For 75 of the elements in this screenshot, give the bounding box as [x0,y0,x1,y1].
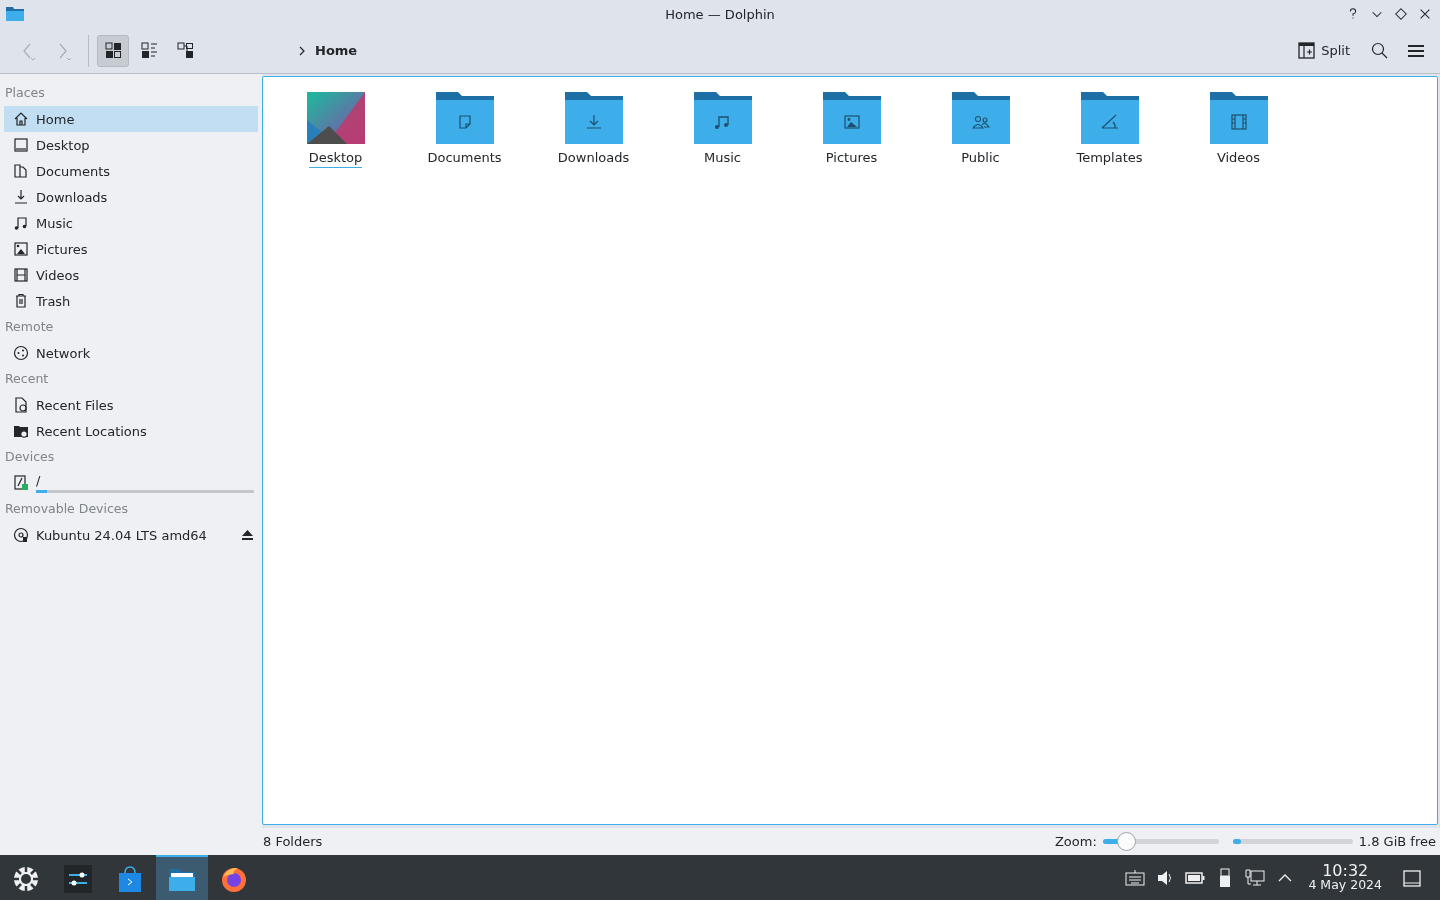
folder-name[interactable]: Templates [1076,150,1143,168]
folder-people-icon [951,92,1010,144]
breadcrumb-link[interactable]: Home [311,43,362,58]
disc-icon [13,527,29,543]
grid-icon [104,42,122,59]
folder-icon [6,6,24,22]
sidebar-item[interactable]: / [4,470,258,496]
folder-music-icon [693,92,752,144]
folder-film-icon [1209,92,1268,144]
wallpaper-thumbnail [306,92,365,144]
network-icon [13,345,29,361]
split-button[interactable]: Split [1292,34,1356,67]
chevron-icon [297,44,307,57]
section-heading: Devices [4,448,56,466]
folder-name[interactable]: Pictures [825,150,878,168]
network-monitor-icon[interactable] [1245,867,1266,888]
eject-icon[interactable] [241,529,254,541]
music-note-icon [13,215,29,231]
icons-view-button[interactable] [97,34,129,67]
picture-icon [13,241,29,257]
sliders-icon [64,864,92,893]
section-heading: Recent [4,370,50,388]
clock-file-icon [13,397,29,413]
zoom-slider[interactable] [1102,832,1219,851]
folder-name[interactable]: Desktop [308,150,363,168]
folder-name[interactable]: Public [961,150,1000,168]
close-icon [1418,7,1432,21]
monitor-icon [13,137,29,153]
sidebar-item[interactable]: Trash [4,288,258,314]
sidebar-item[interactable]: Documents [4,158,258,184]
download-icon [13,189,29,205]
sidebar-item[interactable]: Music [4,210,258,236]
free-space-text: 1.8 GiB free [1358,834,1436,849]
sidebar-item[interactable]: Pictures [4,236,258,262]
window-title: Home — Dolphin [665,6,775,22]
clock-folder-icon [13,423,29,439]
folder-name[interactable]: Downloads [557,150,630,168]
zoom-label: Zoom: [1054,834,1097,849]
launcher-icon [12,864,40,893]
folder-picture-icon [822,92,881,144]
house-icon [13,111,29,127]
taskbar-button[interactable] [156,855,208,900]
section-heading: Remote [4,318,55,336]
folder-name[interactable]: Documents [427,150,502,168]
sidebar-item[interactable]: Home [4,106,258,132]
trash-icon [13,293,29,309]
list-icon [140,42,158,59]
keyboard-icon[interactable] [1125,867,1146,888]
drive-icon [13,475,29,491]
sidebar-item[interactable]: Kubuntu 24.04 LTS amd64 [4,522,258,548]
search-icon [1371,41,1389,60]
film-icon [13,267,29,283]
slider-handle[interactable] [1117,832,1136,851]
documents-icon [13,163,29,179]
window-icon [1402,868,1422,889]
item-count: 8 Folders [263,834,323,849]
shopping-bag-icon [116,864,144,893]
sidebar-item[interactable]: Downloads [4,184,258,210]
folder-name[interactable]: Videos [1216,150,1261,168]
folder-ruler-icon [1080,92,1139,144]
folder-download-icon [564,92,623,144]
section-heading: Removable Devices [4,500,130,518]
sidebar-item[interactable]: Recent Locations [4,418,258,444]
clock[interactable]: 10:32 4 May 2024 [1308,863,1382,892]
folder-document-icon [435,92,494,144]
sidebar-item[interactable]: Videos [4,262,258,288]
sidebar-item[interactable]: Recent Files [4,392,258,418]
sidebar-item[interactable]: Desktop [4,132,258,158]
tree-icon [176,42,194,59]
diamond-icon [1394,7,1408,21]
split-view-icon [1298,42,1316,59]
folder-name[interactable]: Music [704,150,741,168]
sidebar-item[interactable]: Network [4,340,258,366]
maximize-button[interactable] [1392,5,1410,23]
section-heading: Places [4,84,46,102]
